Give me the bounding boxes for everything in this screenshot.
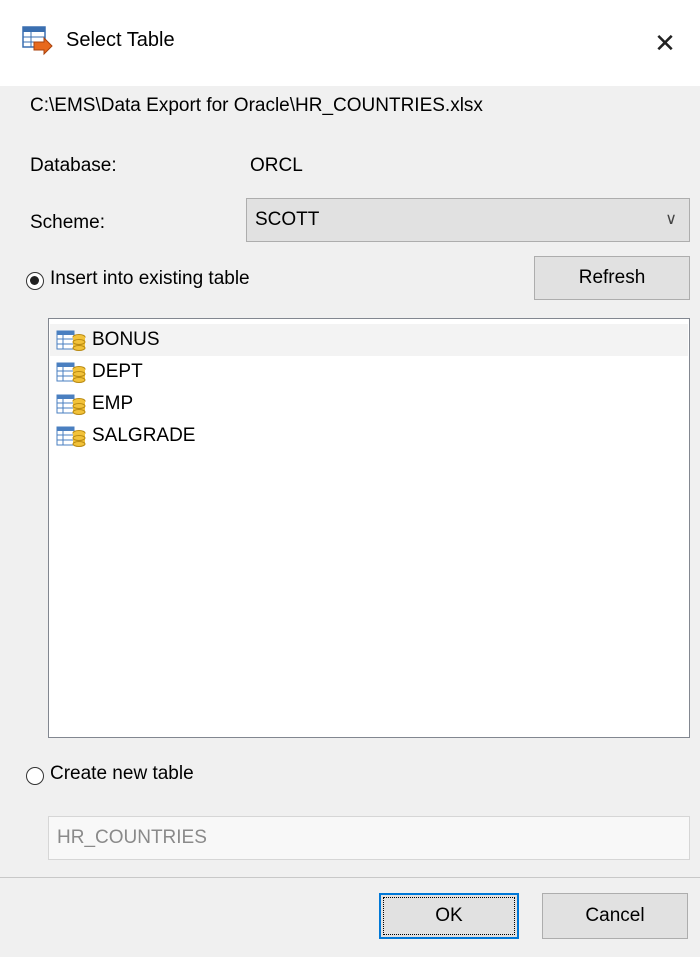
scheme-label: Scheme: <box>30 212 105 233</box>
table-list[interactable]: BONUS DEPT EMP SALGRADE <box>48 318 690 738</box>
table-icon <box>56 362 86 383</box>
refresh-button[interactable]: Refresh <box>534 256 690 300</box>
table-name: EMP <box>92 393 134 414</box>
new-table-name-input[interactable] <box>48 816 690 860</box>
list-item[interactable]: DEPT <box>50 356 688 388</box>
table-import-icon <box>22 26 53 56</box>
window-title: Select Table <box>66 29 175 51</box>
scheme-value: SCOTT <box>255 209 320 230</box>
chevron-down-icon: ∨ <box>665 211 677 228</box>
create-new-radio[interactable] <box>26 767 44 785</box>
list-item[interactable]: BONUS <box>50 324 688 356</box>
close-button[interactable]: ✕ <box>630 0 700 86</box>
scheme-dropdown[interactable]: SCOTT ∨ <box>246 198 690 242</box>
table-name: DEPT <box>92 361 143 382</box>
ok-button[interactable]: OK <box>379 893 519 939</box>
table-icon <box>56 394 86 415</box>
table-name: BONUS <box>92 329 160 350</box>
insert-existing-radio[interactable] <box>26 272 44 290</box>
table-icon <box>56 330 86 351</box>
cancel-button[interactable]: Cancel <box>542 893 688 939</box>
list-item[interactable]: EMP <box>50 388 688 420</box>
list-item[interactable]: SALGRADE <box>50 420 688 452</box>
table-icon <box>56 426 86 447</box>
insert-existing-label[interactable]: Insert into existing table <box>50 268 250 290</box>
database-label: Database: <box>30 155 117 176</box>
create-new-label[interactable]: Create new table <box>50 763 194 785</box>
database-value: ORCL <box>250 155 303 176</box>
close-icon: ✕ <box>654 27 676 58</box>
file-path: C:\EMS\Data Export for Oracle\HR_COUNTRI… <box>30 95 483 116</box>
footer-divider <box>0 877 700 878</box>
title-bar: Select Table ✕ <box>0 0 700 86</box>
table-name: SALGRADE <box>92 425 196 446</box>
